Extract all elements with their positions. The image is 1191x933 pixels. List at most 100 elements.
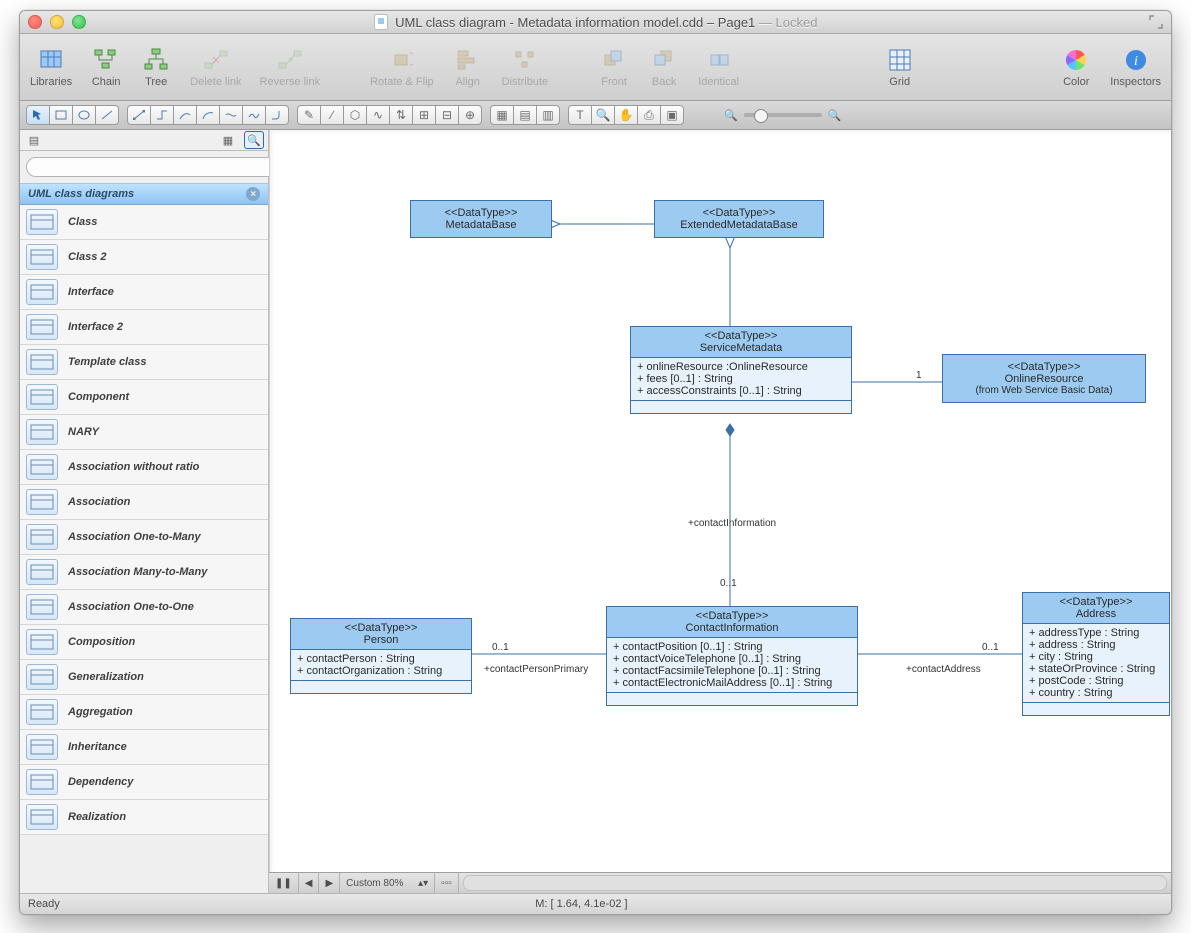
pagebar-prev-icon[interactable]: ◀	[299, 873, 320, 893]
library-category-close-icon[interactable]: ×	[246, 187, 260, 201]
toolbar-back[interactable]: Back	[648, 47, 680, 88]
edit-curve[interactable]: ∿	[367, 106, 390, 124]
rect-tool[interactable]	[50, 106, 73, 124]
toolbar-distribute[interactable]: Distribute	[502, 47, 548, 88]
zoom-out-icon[interactable]: 🔍	[724, 109, 738, 122]
toolbar-libraries[interactable]: Libraries	[30, 47, 72, 88]
shape-item[interactable]: Association	[20, 485, 268, 520]
shape-item[interactable]: Composition	[20, 625, 268, 660]
edit-node[interactable]: ⊞	[413, 106, 436, 124]
titlebar: UML class diagram - Metadata information…	[20, 11, 1171, 34]
attr: + contactVoiceTelephone [0..1] : String	[613, 653, 851, 665]
shape-item[interactable]: Association without ratio	[20, 450, 268, 485]
shape-item[interactable]: Dependency	[20, 765, 268, 800]
node-service-metadata[interactable]: <<DataType>> ServiceMetadata + onlineRes…	[630, 326, 852, 414]
toolbar-delete-link-label: Delete link	[190, 76, 241, 88]
line-tool[interactable]	[96, 106, 118, 124]
zoom-in-icon[interactable]: 🔍	[828, 109, 842, 122]
edit-join[interactable]: ⊕	[459, 106, 481, 124]
toolbar-reverse-link-label: Reverse link	[260, 76, 321, 88]
view-print[interactable]: ⎙	[638, 106, 661, 124]
node-metadata-base[interactable]: <<DataType>> MetadataBase	[410, 200, 552, 238]
attr: + contactPerson : String	[297, 653, 465, 665]
toolbar-inspectors[interactable]: i Inspectors	[1110, 47, 1161, 88]
node-stereotype: <<DataType>>	[949, 361, 1139, 373]
node-ext-metadata-base[interactable]: <<DataType>> ExtendedMetadataBase	[654, 200, 824, 238]
ellipse-tool[interactable]	[73, 106, 96, 124]
status-bar: Ready M: [ 1.64, 4.1e-02 ]	[20, 893, 1171, 914]
shape-item[interactable]: Association One-to-Many	[20, 520, 268, 555]
connector-curve[interactable]	[174, 106, 197, 124]
toolbar-grid[interactable]: Grid	[884, 47, 916, 88]
shape-thumb-icon	[26, 734, 58, 760]
zoom-window-button[interactable]	[72, 15, 86, 29]
node-address[interactable]: <<DataType>> Address + addressType : Str…	[1022, 592, 1170, 716]
tool-group-view: T 🔍 ✋ ⎙ ▣	[568, 105, 684, 125]
toolbar-align[interactable]: Align	[452, 47, 484, 88]
node-name: ContactInformation	[686, 622, 779, 634]
library-tab-grid-icon[interactable]: ▦	[218, 131, 238, 149]
view-text[interactable]: T	[569, 106, 592, 124]
toolbar-delete-link[interactable]: Delete link	[190, 47, 241, 88]
toolbar-chain[interactable]: Chain	[90, 47, 122, 88]
library-tab-libs-icon[interactable]: ▤	[24, 131, 44, 149]
shape-item[interactable]: Interface 2	[20, 310, 268, 345]
pagebar-next-icon[interactable]: ▶	[319, 873, 340, 893]
horizontal-scrollbar[interactable]	[463, 875, 1167, 891]
view-snap[interactable]: ▣	[661, 106, 683, 124]
shape-item[interactable]: Template class	[20, 345, 268, 380]
toolbar-front[interactable]: Front	[598, 47, 630, 88]
zoom-slider[interactable]	[744, 113, 822, 117]
shape-item[interactable]: Realization	[20, 800, 268, 835]
shape-item[interactable]: Interface	[20, 275, 268, 310]
node-online-resource[interactable]: <<DataType>> OnlineResource (from Web Se…	[942, 354, 1146, 403]
library-tab-search-icon[interactable]: 🔍	[244, 131, 264, 149]
shape-item[interactable]: Inheritance	[20, 730, 268, 765]
connector-spline[interactable]	[243, 106, 266, 124]
shape-item[interactable]: Association One-to-One	[20, 590, 268, 625]
shape-thumb-icon	[26, 804, 58, 830]
pagebar-pause-icon[interactable]: ❚❚	[269, 873, 299, 893]
minimize-window-button[interactable]	[50, 15, 64, 29]
library-category-header[interactable]: UML class diagrams ×	[20, 183, 268, 205]
view-zoom[interactable]: 🔍	[592, 106, 615, 124]
edit-break[interactable]: ⊟	[436, 106, 459, 124]
close-window-button[interactable]	[28, 15, 42, 29]
connector-round[interactable]	[266, 106, 288, 124]
toolbar-rotate-flip[interactable]: Rotate & Flip	[370, 47, 434, 88]
diagram-canvas[interactable]: <<DataType>> MetadataBase <<DataType>> E…	[269, 130, 1171, 872]
shape-item[interactable]: Association Many-to-Many	[20, 555, 268, 590]
toolbar-color[interactable]: Color	[1060, 47, 1092, 88]
shape-list[interactable]: ClassClass 2InterfaceInterface 2Template…	[20, 205, 268, 893]
library-search-input[interactable]	[26, 157, 284, 177]
connector-ortho[interactable]	[151, 106, 174, 124]
shape-item[interactable]: Generalization	[20, 660, 268, 695]
toolbar-identical[interactable]: Identical	[698, 47, 739, 88]
edit-connector[interactable]: ⇅	[390, 106, 413, 124]
connector-bezier[interactable]	[220, 106, 243, 124]
node-contact-information[interactable]: <<DataType>> ContactInformation + contac…	[606, 606, 858, 706]
node-name: OnlineResource	[1005, 373, 1084, 385]
layout-1[interactable]: ▦	[491, 106, 514, 124]
zoom-mode-select[interactable]: Custom 80%▴▾	[340, 873, 435, 893]
node-person[interactable]: <<DataType>> Person + contactPerson : St…	[290, 618, 472, 694]
edit-line[interactable]: ∕	[321, 106, 344, 124]
shape-item[interactable]: Component	[20, 380, 268, 415]
shape-item[interactable]: Aggregation	[20, 695, 268, 730]
edit-smart[interactable]: ✎	[298, 106, 321, 124]
fullscreen-icon[interactable]	[1149, 15, 1163, 29]
layout-3[interactable]: ▥	[537, 106, 559, 124]
connector-arc[interactable]	[197, 106, 220, 124]
shape-item[interactable]: Class	[20, 205, 268, 240]
shape-item[interactable]: NARY	[20, 415, 268, 450]
layout-2[interactable]: ▤	[514, 106, 537, 124]
connector-direct[interactable]	[128, 106, 151, 124]
toolbar-tree[interactable]: Tree	[140, 47, 172, 88]
shape-item[interactable]: Class 2	[20, 240, 268, 275]
pointer-tool[interactable]	[27, 106, 50, 124]
toolbar-reverse-link[interactable]: Reverse link	[260, 47, 321, 88]
view-pan[interactable]: ✋	[615, 106, 638, 124]
edit-poly[interactable]: ⬡	[344, 106, 367, 124]
attr: + contactFacsimileTelephone [0..1] : Str…	[613, 665, 851, 677]
pagebar-tabs[interactable]: ▫▫▫	[435, 873, 459, 893]
